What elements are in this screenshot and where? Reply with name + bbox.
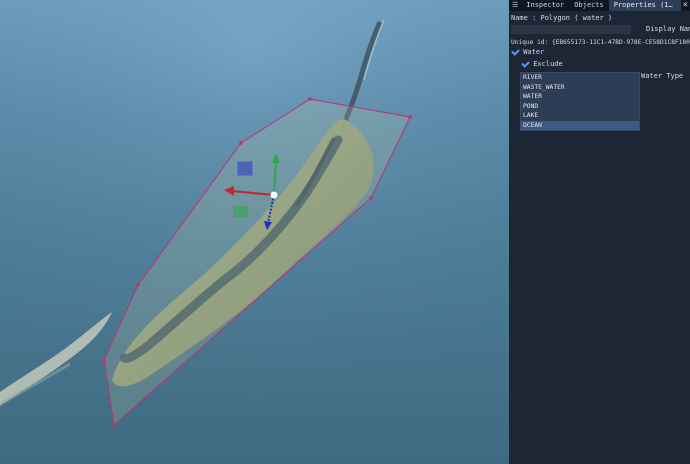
polygon-vertex-handle[interactable] — [136, 283, 140, 287]
water-type-list[interactable]: RIVER WASTE_WATER WATER POND LAKE OCEAN — [520, 72, 640, 131]
display-name-field[interactable] — [511, 25, 631, 34]
water-type-option[interactable]: WASTE_WATER — [521, 83, 639, 93]
water-toggle[interactable]: Water — [511, 48, 544, 57]
polygon-vertex-handle[interactable] — [239, 141, 243, 145]
hamburger-icon[interactable]: ☰ — [509, 0, 521, 11]
polygon-vertex-handle[interactable] — [112, 423, 116, 427]
tab-properties[interactable]: Properties (1 selecte… — [608, 0, 681, 11]
scene-viewport[interactable] — [0, 0, 509, 464]
gizmo-plane-xz — [237, 161, 253, 176]
scene-canvas[interactable] — [0, 0, 509, 464]
display-name-label: Display Name — [646, 25, 690, 33]
exclude-label: Exclude — [533, 60, 563, 68]
panel-tab-bar: ☰ Inspector Objects Properties (1 select… — [509, 0, 690, 11]
gizmo-center — [270, 191, 278, 199]
tab-inspector[interactable]: Inspector — [521, 0, 569, 11]
object-name: Name : Polygon ( water ) — [511, 14, 613, 22]
water-label: Water — [523, 48, 545, 56]
polygon-vertex-handle[interactable] — [308, 97, 312, 101]
properties-panel: ☰ Inspector Objects Properties (1 select… — [509, 0, 690, 464]
checkbox-check-icon[interactable] — [511, 48, 519, 56]
gizmo-plane-xy — [233, 206, 248, 217]
water-type-option-selected[interactable]: OCEAN — [521, 120, 639, 130]
exclude-toggle[interactable]: Exclude — [521, 60, 563, 69]
polygon-vertex-handle[interactable] — [102, 358, 106, 362]
tab-objects[interactable]: Objects — [569, 0, 609, 11]
water-type-option[interactable]: POND — [521, 102, 639, 112]
water-type-label: Water Type — [641, 72, 684, 80]
unique-id: Unique id: {EB655173-11C1-47BD-978E-CE58… — [511, 39, 690, 46]
close-icon[interactable]: ✕ — [681, 0, 690, 11]
water-type-option[interactable]: RIVER — [521, 73, 639, 83]
checkbox-check-icon[interactable] — [521, 60, 529, 68]
water-type-option[interactable]: WATER — [521, 92, 639, 102]
water-type-option[interactable]: LAKE — [521, 111, 639, 121]
polygon-vertex-handle[interactable] — [369, 196, 373, 200]
polygon-vertex-handle[interactable] — [408, 115, 412, 119]
